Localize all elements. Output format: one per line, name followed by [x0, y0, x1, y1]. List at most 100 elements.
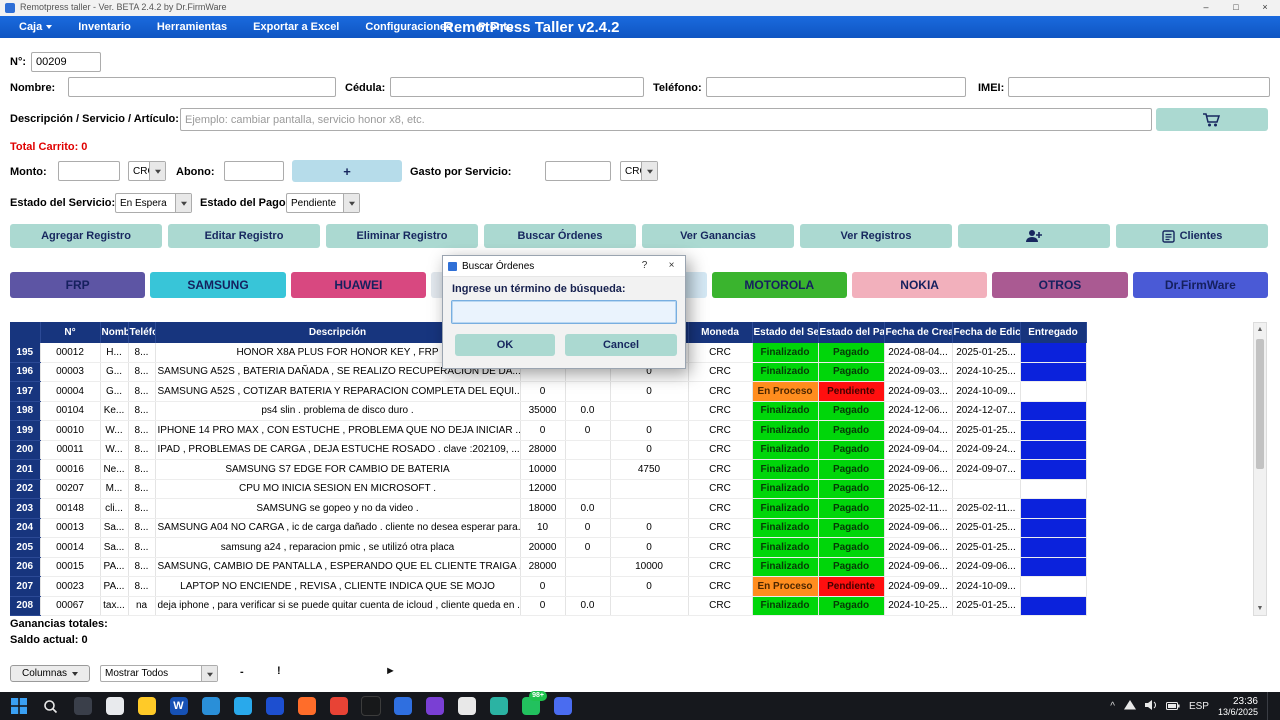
row-number[interactable]: 208 — [10, 596, 40, 616]
monto-input[interactable] — [58, 161, 120, 181]
column-header[interactable] — [10, 322, 40, 343]
brand-button-frp[interactable]: FRP — [10, 272, 145, 298]
row-number[interactable]: 203 — [10, 499, 40, 519]
taskbar-app-icon-6[interactable] — [326, 694, 351, 719]
menu-item-herramientas[interactable]: Herramientas — [144, 16, 240, 38]
clientes-button[interactable]: Clientes — [1116, 224, 1268, 248]
brand-button-samsung[interactable]: SAMSUNG — [150, 272, 285, 298]
row-number[interactable]: 204 — [10, 518, 40, 538]
brand-button-motorola[interactable]: MOTOROLA — [712, 272, 847, 298]
buscar-rdenes-button[interactable]: Buscar Órdenes — [484, 224, 636, 248]
help-button[interactable]: ? — [631, 256, 658, 276]
table-row[interactable]: 20700023PA...8...LAPTOP NO ENCIENDE , RE… — [10, 577, 1086, 597]
imei-input[interactable] — [1008, 77, 1270, 97]
table-row[interactable]: 20300148cli...8...SAMSUNG se gopeo y no … — [10, 499, 1086, 519]
taskbar-app-icon-3[interactable] — [230, 694, 255, 719]
column-header[interactable]: Entregado — [1020, 322, 1086, 343]
vertical-scrollbar[interactable]: ▲ ▼ — [1253, 322, 1267, 616]
ver-ganancias-button[interactable]: Ver Ganancias — [642, 224, 794, 248]
table-row[interactable]: 19800104Ke...8...ps4 slin . problema de … — [10, 401, 1086, 421]
table-row[interactable]: 20100016Ne...8...SAMSUNG S7 EDGE FOR CAM… — [10, 460, 1086, 480]
brand-button-otros[interactable]: OTROS — [992, 272, 1127, 298]
taskbar-app-icon-11[interactable] — [550, 694, 575, 719]
agregar-registro-button[interactable]: Agregar Registro — [10, 224, 162, 248]
table-row[interactable]: 20200207M...8...CPU MO INICIA SESION EN … — [10, 479, 1086, 499]
language-indicator[interactable]: ESP — [1189, 701, 1209, 712]
table-row[interactable]: 19900010W...8...IPHONE 14 PRO MAX , CON … — [10, 421, 1086, 441]
column-header[interactable]: Nombre — [100, 322, 128, 343]
nombre-input[interactable] — [68, 77, 336, 97]
show-desktop-button[interactable] — [1267, 692, 1272, 720]
column-header[interactable]: Moneda — [688, 322, 752, 343]
gasto-input[interactable] — [545, 161, 611, 181]
dialog-close-button[interactable]: × — [658, 256, 685, 276]
word-icon[interactable]: W — [166, 694, 191, 719]
column-header[interactable]: Fecha de Creación — [884, 322, 952, 343]
taskbar-app-icon-7[interactable] — [390, 694, 415, 719]
columnas-button[interactable]: Columnas — [10, 665, 90, 682]
cedula-input[interactable] — [390, 77, 644, 97]
row-number[interactable]: 202 — [10, 479, 40, 499]
file-explorer-icon[interactable] — [134, 694, 159, 719]
dialog-titlebar[interactable]: Buscar Órdenes ? × — [443, 256, 685, 277]
search-button[interactable] — [38, 694, 63, 719]
table-row[interactable]: 19700004G...8...SAMSUNG A52S , COTIZAR B… — [10, 382, 1086, 402]
taskbar-app-icon-10[interactable] — [486, 694, 511, 719]
row-number[interactable]: 197 — [10, 382, 40, 402]
add-abono-button[interactable]: + — [292, 160, 402, 182]
table-row[interactable]: 20600015PA...8...SAMSUNG, CAMBIO DE PANT… — [10, 557, 1086, 577]
tray-chevron-icon[interactable]: ^ — [1110, 701, 1115, 712]
cart-button[interactable] — [1156, 108, 1268, 131]
taskbar-app-icon-8[interactable] — [422, 694, 447, 719]
row-number[interactable]: 199 — [10, 421, 40, 441]
estado-servicio-select[interactable]: En Espera — [115, 193, 192, 213]
brand-button-nokia[interactable]: NOKIA — [852, 272, 987, 298]
row-number[interactable]: 206 — [10, 557, 40, 577]
minimize-button[interactable]: – — [1192, 0, 1220, 16]
menu-item-exportar-a-excel[interactable]: Exportar a Excel — [240, 16, 352, 38]
column-header[interactable]: Teléfono — [128, 322, 155, 343]
descripcion-input[interactable] — [180, 108, 1152, 131]
column-header[interactable]: Estado del Servicio — [752, 322, 818, 343]
scroll-down-icon[interactable]: ▼ — [1254, 602, 1266, 615]
abono-input[interactable] — [224, 161, 284, 181]
terminal-icon[interactable] — [358, 694, 383, 719]
messaging-app-icon[interactable]: 98+ — [518, 694, 543, 719]
scrollbar-thumb[interactable] — [1256, 339, 1264, 469]
brand-button-huawei[interactable]: HUAWEI — [291, 272, 426, 298]
brand-button-dr-firmware[interactable]: Dr.FirmWare — [1133, 272, 1268, 298]
telefono-input[interactable] — [706, 77, 966, 97]
menu-item-caja[interactable]: Caja — [6, 16, 65, 38]
estado-pago-select[interactable]: Pendiente — [286, 193, 360, 213]
row-number[interactable]: 200 — [10, 440, 40, 460]
taskbar-app-icon-2[interactable] — [198, 694, 223, 719]
volume-icon[interactable] — [1145, 697, 1157, 715]
gasto-currency-select[interactable]: CRC — [620, 161, 658, 181]
table-row[interactable]: 20500014Sa...8...samsung a24 , reparacio… — [10, 538, 1086, 558]
start-button[interactable] — [6, 694, 31, 719]
row-number[interactable]: 207 — [10, 577, 40, 597]
row-number[interactable]: 201 — [10, 460, 40, 480]
task-view-button[interactable] — [70, 694, 95, 719]
table-row[interactable]: 20800067tax...nadeja iphone , para verif… — [10, 596, 1086, 616]
menu-item-inventario[interactable]: Inventario — [65, 16, 144, 38]
column-header[interactable]: Estado del Pago — [818, 322, 884, 343]
clock[interactable]: 23:36 13/6/2025 — [1218, 696, 1258, 717]
network-icon[interactable] — [1124, 697, 1136, 715]
row-number[interactable]: 205 — [10, 538, 40, 558]
mostrar-select[interactable]: Mostrar Todos — [100, 665, 218, 682]
numero-input[interactable] — [31, 52, 101, 72]
taskbar-app-icon-1[interactable] — [102, 694, 127, 719]
row-number[interactable]: 198 — [10, 401, 40, 421]
column-header[interactable]: N° — [40, 322, 100, 343]
column-header[interactable]: Fecha de Edición — [952, 322, 1020, 343]
battery-icon[interactable] — [1166, 697, 1180, 715]
table-row[interactable]: 20000011W...8...IPAD , PROBLEMAS DE CARG… — [10, 440, 1086, 460]
taskbar-app-icon-4[interactable] — [262, 694, 287, 719]
row-number[interactable]: 196 — [10, 362, 40, 382]
maximize-button[interactable]: □ — [1222, 0, 1250, 16]
ver-registros-button[interactable]: Ver Registros — [800, 224, 952, 248]
search-term-input[interactable] — [451, 300, 677, 324]
eliminar-registro-button[interactable]: Eliminar Registro — [326, 224, 478, 248]
cancel-button[interactable]: Cancel — [565, 334, 677, 356]
